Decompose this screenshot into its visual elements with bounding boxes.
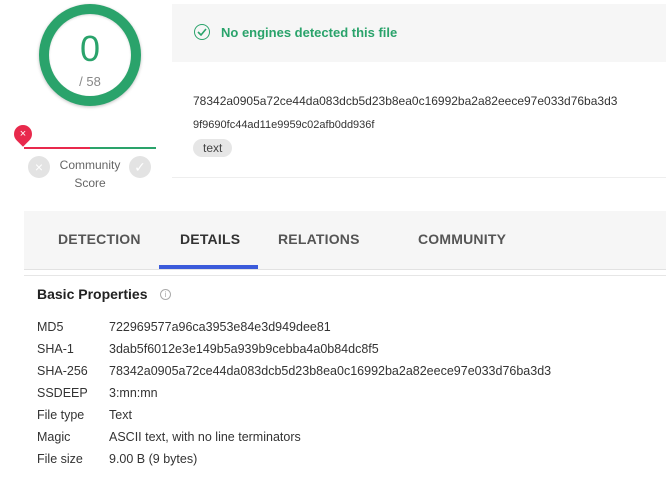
- property-key: SHA-256: [37, 364, 88, 378]
- detection-count: 0: [79, 28, 101, 69]
- property-value[interactable]: 722969577a96ca3953e84e3d949dee81: [109, 316, 331, 338]
- tab-detection[interactable]: DETECTION: [58, 211, 141, 269]
- file-tag[interactable]: text: [193, 139, 233, 157]
- community-score-bar-positive: [90, 147, 156, 149]
- community-score-bar-negative: [24, 147, 90, 149]
- info-icon[interactable]: i: [160, 289, 171, 300]
- property-key: SSDEEP: [37, 386, 88, 400]
- detection-status-text: No engines detected this file: [221, 25, 398, 40]
- property-value[interactable]: 9.00 B (9 bytes): [109, 448, 197, 470]
- property-value[interactable]: 3dab5f6012e3e149b5a939b9cebba4a0b84dc8f5: [109, 338, 379, 360]
- property-key: Magic: [37, 430, 71, 444]
- basic-properties-title: Basic Properties: [37, 286, 148, 302]
- community-score-label-line1: Community: [59, 158, 121, 172]
- property-key: MD5: [37, 320, 64, 334]
- file-sha256-hash[interactable]: 78342a0905a72ce44da083dcb5d23b8ea0c16992…: [193, 93, 617, 109]
- engine-total: / 58: [79, 74, 101, 89]
- community-score-label: Community Score: [52, 156, 128, 192]
- tab-community[interactable]: COMMUNITY: [418, 211, 506, 269]
- community-score-label-line2: Score: [74, 176, 106, 190]
- vote-harmless-button[interactable]: ✓: [129, 156, 151, 178]
- tab-relations[interactable]: RELATIONS: [278, 211, 360, 269]
- community-score-marker-icon: ×: [19, 128, 27, 140]
- property-key: SHA-1: [37, 342, 74, 356]
- detection-score-inner: 0 / 58: [49, 14, 131, 96]
- check-circle-icon: [194, 24, 210, 40]
- property-value[interactable]: ASCII text, with no line terminators: [109, 426, 301, 448]
- property-key: File size: [37, 452, 83, 466]
- report-tabs: DETECTION DETAILS RELATIONS COMMUNITY: [24, 211, 666, 270]
- active-tab-indicator: [159, 265, 258, 269]
- property-value[interactable]: 78342a0905a72ce44da083dcb5d23b8ea0c16992…: [109, 360, 551, 382]
- file-name-hash[interactable]: 9f9690fc44ad11e9959c02afb0dd936f: [193, 117, 374, 133]
- section-divider: [24, 275, 666, 276]
- vote-harmful-button[interactable]: ×: [28, 156, 50, 178]
- detection-score-gauge: 0 / 58: [39, 4, 141, 106]
- property-value[interactable]: Text: [109, 404, 132, 426]
- property-key: File type: [37, 408, 85, 422]
- property-value[interactable]: 3:mn:mn: [109, 382, 158, 404]
- tab-details[interactable]: DETAILS: [180, 211, 240, 269]
